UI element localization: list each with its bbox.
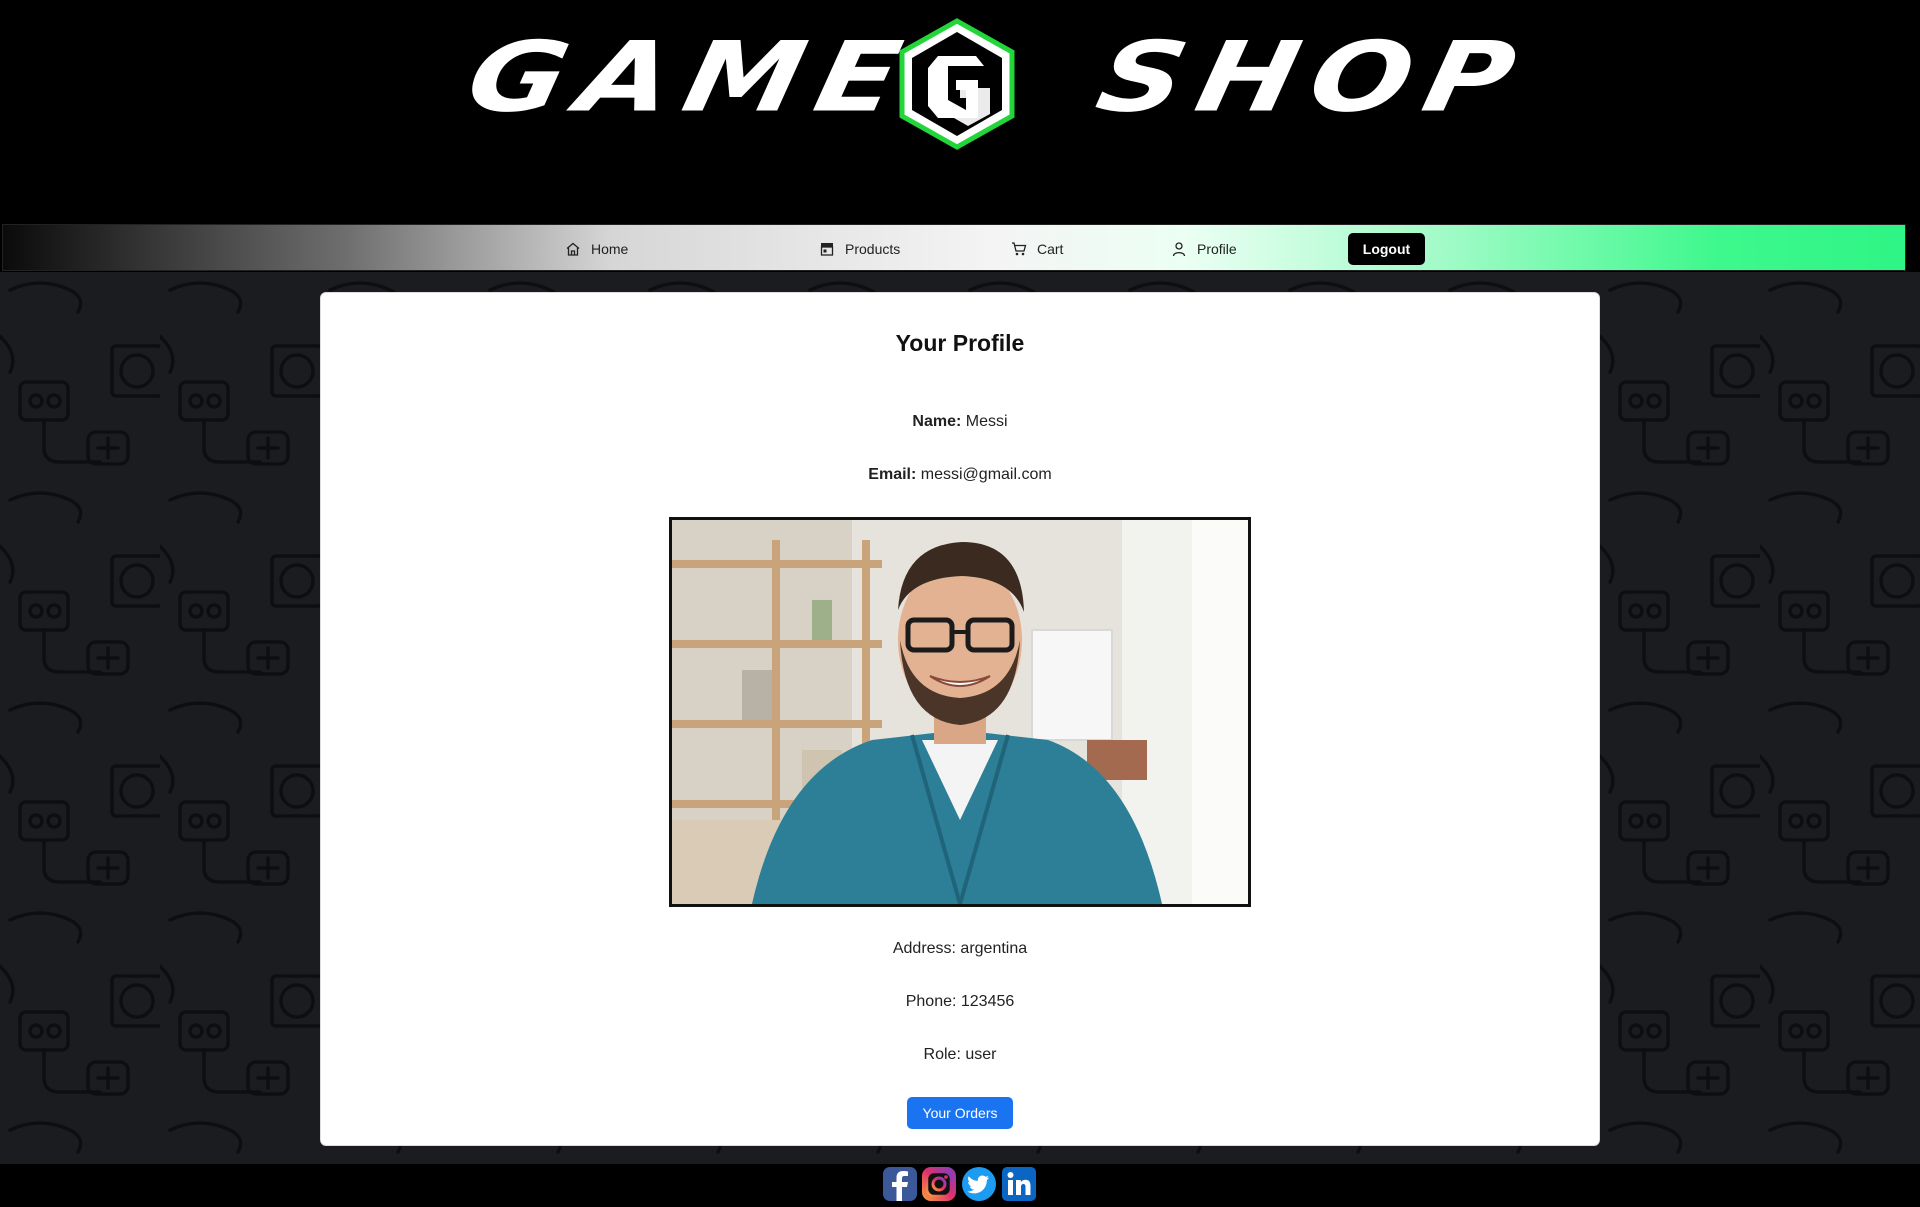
name-row: Name: Messi (0, 413, 1920, 431)
nav-home[interactable]: Home (565, 225, 628, 272)
twitter-icon (962, 1167, 996, 1201)
address-row: Address: argentina (892, 940, 1028, 957)
email-label: Email: (868, 466, 917, 483)
nav-home-label: Home (591, 240, 629, 257)
profile-photo (669, 517, 1251, 907)
instagram-icon (922, 1167, 956, 1201)
phone-row: Phone: 123456 (905, 993, 1015, 1010)
role-row: Role: user (923, 1046, 997, 1063)
name-label: Name: (912, 413, 962, 430)
brand-word-left: GAME (457, 20, 925, 134)
nav-profile[interactable]: Profile (1171, 225, 1237, 272)
home-icon (566, 242, 580, 256)
nav-products[interactable]: Products (819, 225, 900, 272)
gs-hexagon-logo-icon (899, 18, 1015, 150)
profile-photo-image (672, 520, 1248, 904)
nav-products-label: Products (845, 240, 901, 257)
nav-cart[interactable]: Cart (1011, 225, 1063, 272)
linkedin-icon (1002, 1167, 1036, 1201)
main-navbar: Home Products Cart Profile Logout (2, 224, 1906, 271)
email-value: messi@gmail.com (920, 466, 1052, 483)
your-orders-button[interactable]: Your Orders (907, 1097, 1013, 1129)
facebook-link[interactable] (882, 1166, 918, 1202)
brand-word-right: SHOP (1087, 20, 1539, 134)
site-footer (0, 1164, 1920, 1207)
email-row: Email: messi@gmail.com (0, 466, 1920, 484)
facebook-icon (883, 1167, 917, 1201)
cart-icon (1012, 241, 1027, 255)
name-value: Messi (965, 413, 1008, 430)
linkedin-link[interactable] (1001, 1166, 1037, 1202)
nav-cart-label: Cart (1037, 240, 1064, 257)
page-title: Your Profile (895, 330, 1025, 356)
store-icon (820, 242, 834, 256)
user-icon (1172, 241, 1186, 256)
site-header: GAME SHOP (0, 0, 1920, 222)
twitter-link[interactable] (961, 1166, 997, 1202)
nav-profile-label: Profile (1197, 240, 1237, 257)
logout-button[interactable]: Logout (1348, 233, 1425, 265)
instagram-link[interactable] (921, 1166, 957, 1202)
